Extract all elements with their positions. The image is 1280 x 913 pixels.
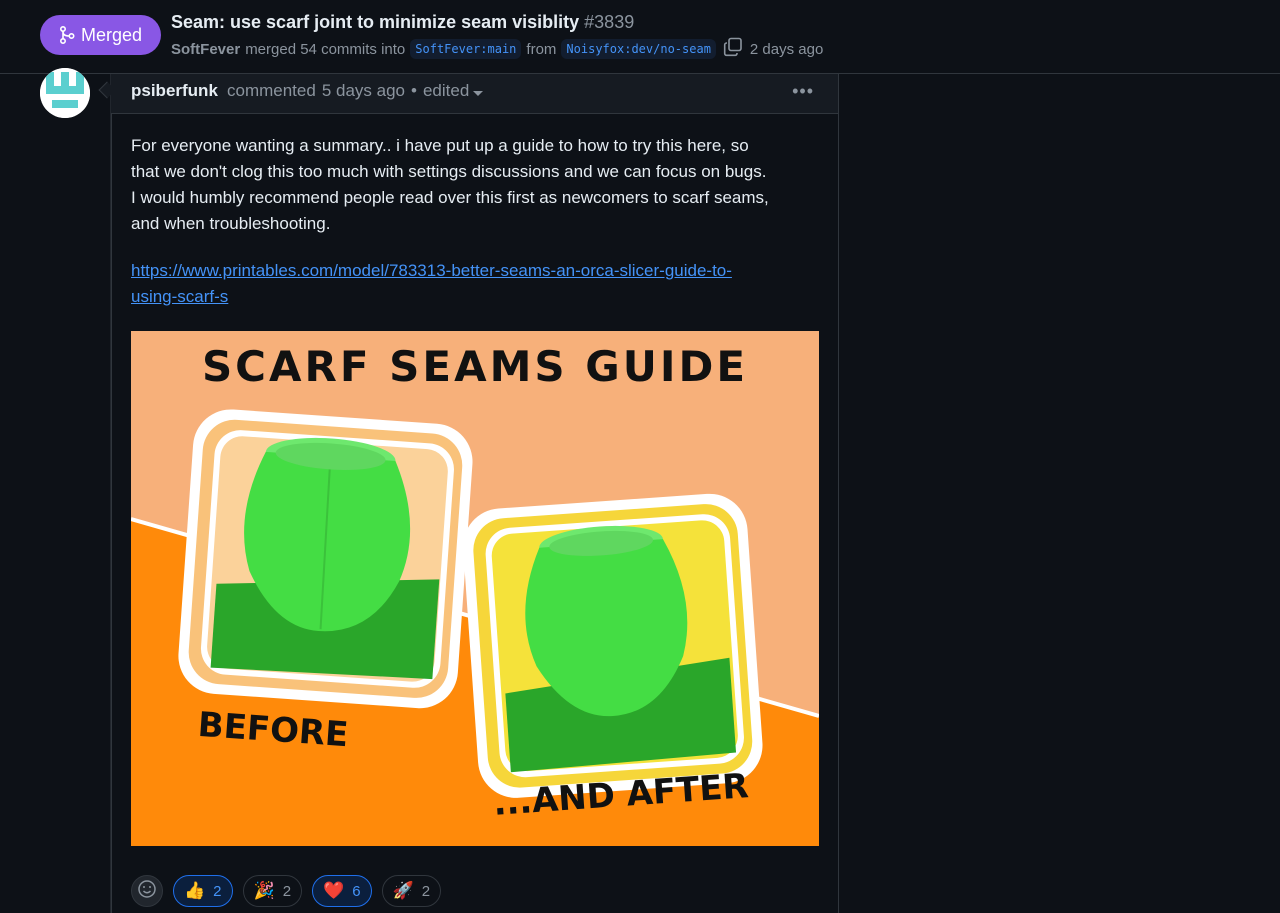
- reaction-count: 2: [421, 882, 431, 900]
- after-photo: [463, 493, 763, 798]
- avatar[interactable]: [40, 68, 90, 118]
- copy-icon[interactable]: [723, 37, 743, 61]
- thumbs-up-icon: 👍: [184, 881, 206, 900]
- reaction-rocket[interactable]: 🚀 2: [381, 875, 442, 907]
- comment-line: I would humbly recommend people read ove…: [131, 188, 769, 207]
- party-popper-icon: 🎉: [253, 881, 275, 900]
- merged-text: merged 54 commits into: [245, 40, 406, 58]
- heart-icon: ❤️: [323, 881, 345, 900]
- image-heading: SCARF SEAMS GUIDE: [202, 342, 748, 391]
- comment-meta: commented 5 days ago • edited: [227, 81, 484, 101]
- reaction-heart[interactable]: ❤️ 6: [312, 875, 372, 907]
- reaction-tada[interactable]: 🎉 2: [242, 875, 303, 907]
- add-reaction-button[interactable]: [131, 875, 163, 907]
- reaction-count: 2: [213, 882, 222, 900]
- comment-action: commented: [227, 81, 316, 100]
- edited-label: edited: [422, 81, 470, 100]
- rocket-icon: 🚀: [392, 881, 414, 900]
- comment-line: and when troubleshooting.: [131, 214, 331, 233]
- pr-title-text: Seam: use scarf joint to minimize seam v…: [171, 12, 580, 32]
- merged-status-label: Merged: [80, 24, 143, 45]
- pr-title: Seam: use scarf joint to minimize seam v…: [171, 12, 634, 33]
- merger-username[interactable]: SoftFever: [171, 41, 240, 58]
- smiley-icon: [137, 879, 157, 904]
- merge-icon: [59, 26, 75, 44]
- comment-body: For everyone wanting a summary.. i have …: [131, 133, 831, 237]
- meta-separator: •: [411, 81, 417, 100]
- edited-dropdown[interactable]: edited: [422, 81, 484, 101]
- before-photo: [178, 409, 473, 709]
- comment-header: psiberfunk commented 5 days ago • edited…: [111, 74, 839, 114]
- comment-author[interactable]: psiberfunk: [131, 81, 218, 101]
- comment-time[interactable]: 5 days ago: [322, 81, 405, 101]
- from-text: from: [526, 40, 557, 58]
- head-branch[interactable]: Noisyfox:dev/no-seam: [561, 39, 716, 59]
- guide-link-line[interactable]: using-scarf-s: [131, 284, 811, 310]
- merged-time: 2 days ago: [749, 40, 824, 58]
- reaction-thumbs-up[interactable]: 👍 2: [173, 875, 233, 907]
- pr-number: #3839: [584, 12, 635, 32]
- scarf-seams-guide-image[interactable]: SCARF SEAMS GUIDE BEFORE ...AND AFTER: [131, 331, 819, 846]
- more-options-icon[interactable]: •••: [792, 81, 814, 102]
- merged-status-badge: Merged: [40, 15, 161, 55]
- pr-meta: SoftFever merged 54 commits into SoftFev…: [171, 37, 823, 61]
- base-branch[interactable]: SoftFever:main: [410, 39, 522, 59]
- guide-link[interactable]: https://www.printables.com/model/783313-…: [131, 258, 811, 310]
- reaction-count: 2: [282, 882, 292, 900]
- comment-line: that we don't clog this too much with se…: [131, 162, 767, 181]
- reactions-bar: 👍 2 🎉 2 ❤️ 6 🚀 2: [131, 875, 442, 907]
- guide-link-line[interactable]: https://www.printables.com/model/783313-…: [131, 258, 811, 284]
- reaction-count: 6: [352, 882, 361, 900]
- chevron-down-icon: [473, 91, 484, 96]
- pr-header: Merged Seam: use scarf joint to minimize…: [0, 0, 1280, 74]
- comment-line: For everyone wanting a summary.. i have …: [131, 136, 749, 155]
